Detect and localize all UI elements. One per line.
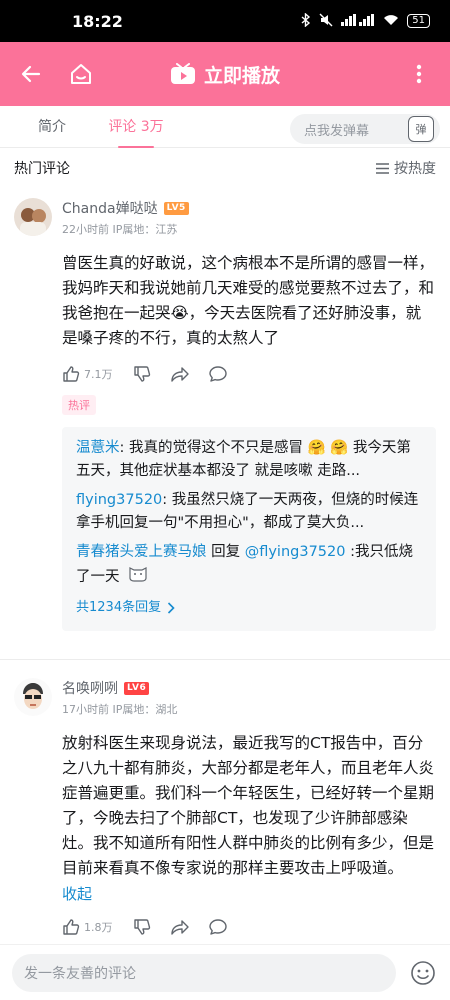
- thumbs-down-icon: [133, 919, 150, 935]
- sort-icon: [376, 162, 389, 174]
- chevron-right-icon: [168, 601, 175, 614]
- comment-composer: 发一条友善的评论: [0, 944, 450, 1000]
- reply-target-user[interactable]: @flying37520: [245, 544, 346, 560]
- reply-text: : 我真的觉得这个不只是感冒 🤗 🤗 我今天第五天，其他症状基本都没了 就是咳嗽…: [76, 440, 411, 479]
- comment-item: Chanda婵哒哒 LV5 22小时前 IP属地：江苏 曾医生真的好敢说，这个病…: [0, 194, 450, 631]
- thumbs-up-icon: [63, 366, 80, 382]
- reply-item[interactable]: 青春猪头爱上赛马娘 回复 @flying37520 :我只低烧了一天: [76, 541, 422, 590]
- share-icon: [170, 367, 189, 382]
- comment-actions: 1.8万: [62, 916, 436, 938]
- status-icons: 51: [301, 11, 430, 30]
- reply-item[interactable]: flying37520: 我虽然只烧了一天两夜，但烧的时候连拿手机回复一句"不用…: [76, 489, 422, 535]
- comment-input-placeholder: 发一条友善的评论: [24, 965, 136, 982]
- reply-count: 共1234条回复: [76, 600, 162, 615]
- like-count: 7.1万: [84, 368, 113, 381]
- like-button[interactable]: 1.8万: [62, 918, 113, 936]
- level-badge: LV6: [124, 681, 150, 695]
- like-button[interactable]: 7.1万: [62, 365, 113, 383]
- more-vertical-icon[interactable]: [404, 59, 434, 89]
- view-all-replies-link[interactable]: 共1234条回复: [76, 596, 422, 619]
- comment-user: 名唤咧咧 LV6: [62, 674, 436, 698]
- status-time: 18:22: [72, 11, 123, 31]
- hot-comments-header: 热门评论 按热度: [0, 148, 450, 188]
- mute-icon: [319, 13, 333, 30]
- comment-meta: 17小时前 IP属地：湖北: [62, 701, 436, 717]
- tab-intro[interactable]: 简介: [10, 106, 94, 148]
- thumbs-up-icon: [63, 919, 80, 935]
- signal-icon: [341, 13, 375, 29]
- battery-indicator: 51: [407, 14, 430, 28]
- comment-ip: IP属地：湖北: [112, 703, 178, 716]
- status-bar: 18:22 51: [0, 0, 450, 42]
- comment-divider: [0, 659, 450, 660]
- emoji-icon[interactable]: [408, 958, 438, 988]
- avatar[interactable]: [14, 678, 52, 716]
- tv-play-icon: [170, 63, 196, 85]
- home-icon[interactable]: [66, 59, 96, 89]
- back-arrow-icon[interactable]: [16, 59, 46, 89]
- reply-connector: 回复: [206, 544, 245, 560]
- section-title: 热门评论: [14, 161, 70, 177]
- reply-item[interactable]: 温薏米: 我真的觉得这个不只是感冒 🤗 🤗 我今天第五天，其他症状基本都没了 就…: [76, 437, 422, 483]
- dislike-button[interactable]: [133, 918, 151, 936]
- comment-time: 22小时前: [62, 223, 109, 236]
- sort-button[interactable]: 按热度: [376, 158, 436, 178]
- danmaku-placeholder: 点我发弹幕: [304, 123, 370, 139]
- dislike-button[interactable]: [133, 365, 151, 383]
- comment-text: 放射科医生来现身说法，最近我写的CT报告中，百分之八九十都有肺炎，大部分都是老年…: [62, 734, 435, 877]
- cat-face-emoji-icon: [128, 564, 148, 590]
- reply-user[interactable]: 青春猪头爱上赛马娘: [76, 544, 207, 560]
- like-count: 1.8万: [84, 921, 113, 934]
- username[interactable]: 名唤咧咧: [62, 678, 118, 698]
- comment-meta: 22小时前 IP属地：江苏: [62, 221, 436, 237]
- comment-time: 17小时前: [62, 703, 109, 716]
- tab-comments[interactable]: 评论 3万: [94, 106, 178, 148]
- reply-user[interactable]: 温薏米: [76, 440, 120, 456]
- comment-text: 曾医生真的好敢说，这个病根本不是所谓的感冒一样，我妈昨天和我说她前几天难受的感觉…: [62, 254, 435, 347]
- level-badge: LV5: [163, 201, 189, 215]
- comment-ip: IP属地：江苏: [112, 223, 178, 236]
- sort-label: 按热度: [394, 161, 436, 177]
- comment-user: Chanda婵哒哒 LV5: [62, 194, 436, 218]
- comment-bubble-icon: [208, 919, 227, 935]
- reply-user[interactable]: flying37520: [76, 492, 162, 508]
- collapse-link[interactable]: 收起: [62, 883, 436, 904]
- comment-bubble-icon: [208, 366, 227, 382]
- username[interactable]: Chanda婵哒哒: [62, 198, 158, 218]
- share-icon: [170, 920, 189, 935]
- tab-bar: 简介 评论 3万 点我发弹幕 弹: [0, 106, 450, 148]
- thumbs-down-icon: [133, 366, 150, 382]
- video-header: 立即播放: [0, 42, 450, 106]
- wifi-icon: [383, 14, 399, 29]
- share-button[interactable]: [170, 918, 189, 936]
- reply-preview-box[interactable]: 温薏米: 我真的觉得这个不只是感冒 🤗 🤗 我今天第五天，其他症状基本都没了 就…: [62, 427, 436, 631]
- comment-input[interactable]: 发一条友善的评论: [12, 953, 396, 992]
- reply-button[interactable]: [208, 365, 227, 383]
- comment-actions: 7.1万: [62, 363, 436, 385]
- play-now-label: 立即播放: [203, 64, 280, 87]
- danmaku-input[interactable]: 点我发弹幕 弹: [290, 114, 440, 144]
- reply-button[interactable]: [208, 918, 227, 936]
- avatar[interactable]: [14, 198, 52, 236]
- comment-item: 名唤咧咧 LV6 17小时前 IP属地：湖北 放射科医生来现身说法，最近我写的C…: [0, 674, 450, 938]
- share-button[interactable]: [170, 365, 189, 383]
- danmaku-toggle-icon[interactable]: 弹: [408, 116, 434, 142]
- hot-comment-tag: 热评: [62, 395, 96, 415]
- bluetooth-icon: [301, 11, 311, 30]
